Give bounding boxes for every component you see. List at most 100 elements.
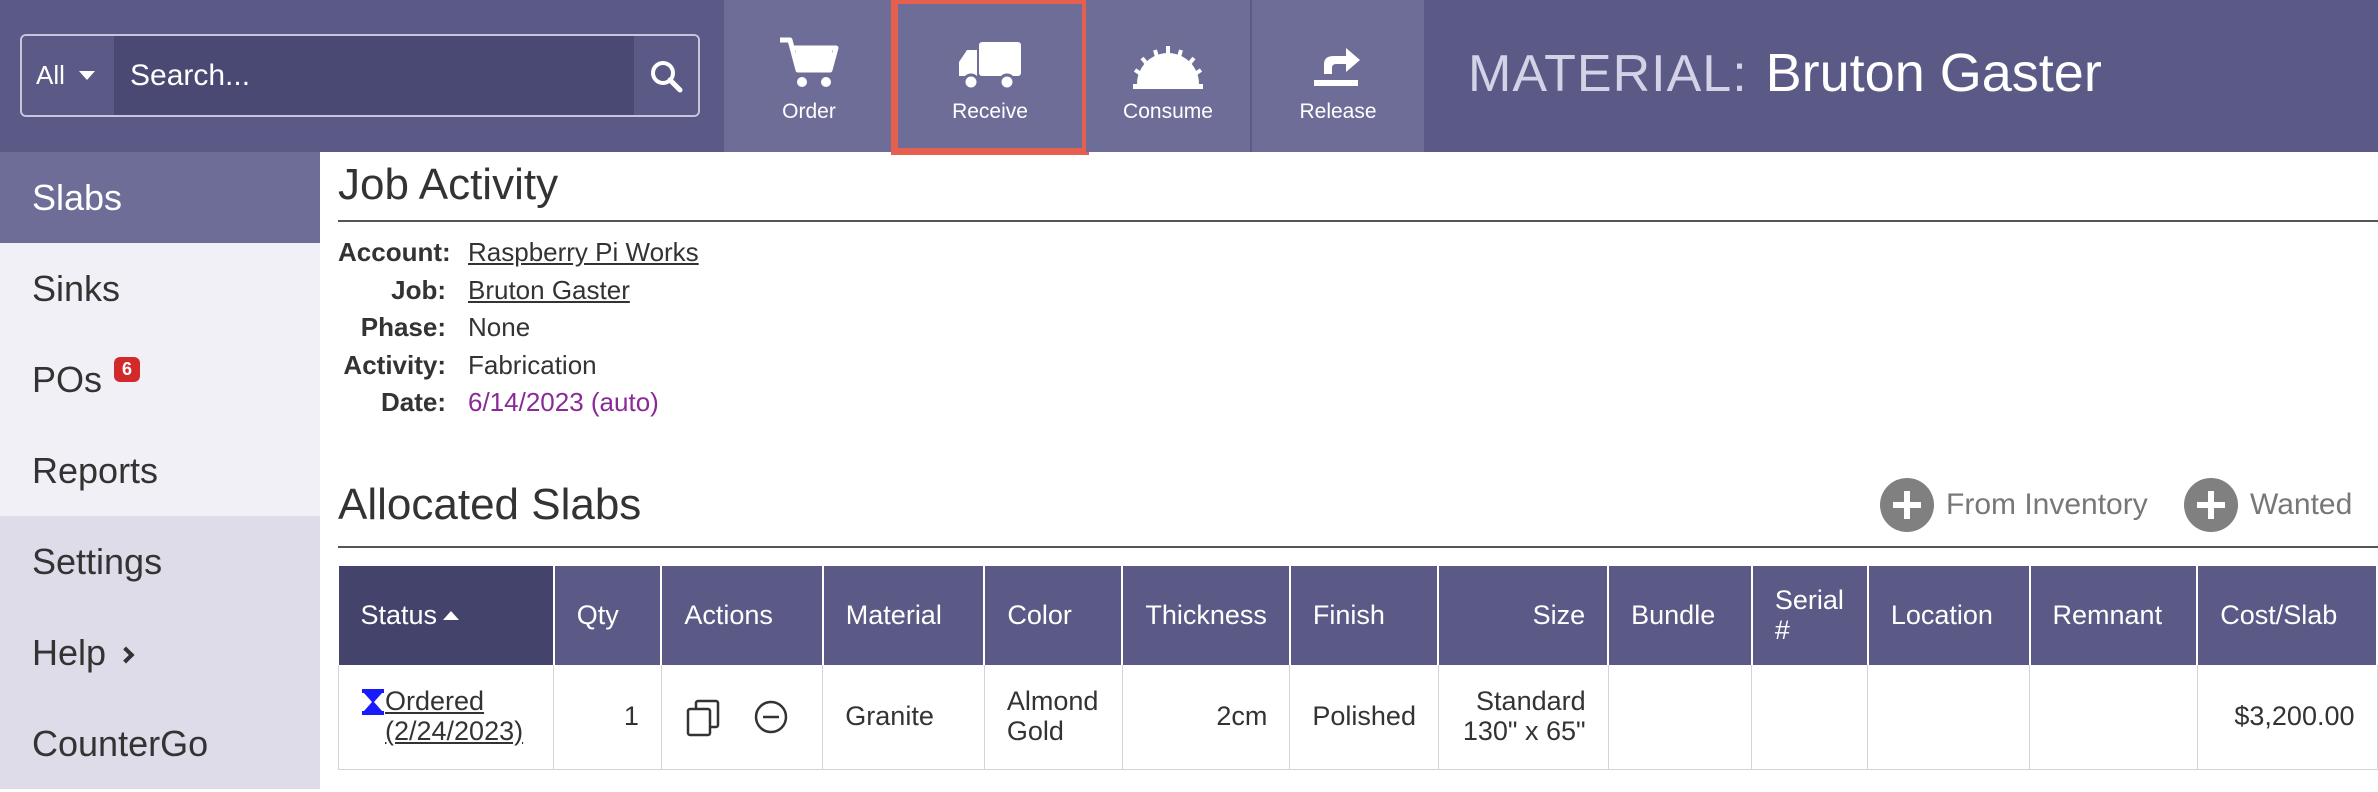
release-label: Release <box>1299 100 1377 123</box>
color-cell: Almond Gold <box>984 665 1123 770</box>
sidebar-item-help[interactable]: Help <box>0 607 320 698</box>
release-button[interactable]: Release <box>1252 0 1424 152</box>
consume-label: Consume <box>1123 100 1213 123</box>
date-value[interactable]: 6/14/2023 (auto) <box>468 387 659 418</box>
chevron-right-icon <box>117 646 135 663</box>
job-row: Job: Bruton Gaster <box>338 272 699 310</box>
caret-down-icon <box>78 71 95 80</box>
column-header-finish[interactable]: Finish <box>1289 566 1440 665</box>
sort-ascending-icon <box>443 610 460 620</box>
add-wanted-button[interactable]: Wanted <box>2184 478 2352 532</box>
status-date: (2/24/2023) <box>385 715 524 746</box>
search-button[interactable] <box>634 36 698 115</box>
column-header-serial[interactable]: Serial # <box>1751 566 1869 665</box>
remnant-cell <box>2029 665 2198 770</box>
column-header-bundle[interactable]: Bundle <box>1608 566 1753 665</box>
actions-cell <box>661 665 824 770</box>
size-cell: Standard 130" x 65" <box>1438 665 1609 770</box>
column-header-qty[interactable]: Qty <box>553 566 663 665</box>
truck-icon <box>959 42 1021 90</box>
copy-icon[interactable] <box>684 697 724 737</box>
column-header-size[interactable]: Size <box>1438 566 1610 665</box>
cart-icon <box>780 37 839 87</box>
sidebar-item-label: Slabs <box>32 176 123 218</box>
allocated-slabs-title: Allocated Slabs <box>338 480 642 529</box>
size-line: Standard <box>1476 686 1586 717</box>
column-header-thickness[interactable]: Thickness <box>1122 566 1291 665</box>
search-input[interactable] <box>114 36 654 115</box>
receive-button[interactable]: Receive <box>891 0 1089 155</box>
cost-cell: $3,200.00 <box>2197 665 2378 770</box>
remove-circle-icon[interactable] <box>753 699 789 735</box>
column-header-remnant[interactable]: Remnant <box>2029 566 2199 665</box>
column-header-location[interactable]: Location <box>1867 566 2031 665</box>
sidebar-item-slabs[interactable]: Slabs <box>0 152 320 243</box>
sidebar-item-pos[interactable]: POs 6 <box>0 334 320 425</box>
allocated-slabs-table: Status Qty Actions Material Color Thickn… <box>337 566 2378 770</box>
account-link[interactable]: Raspberry Pi Works <box>468 237 699 268</box>
sidebar-item-settings[interactable]: Settings <box>0 516 320 607</box>
column-label: Size <box>1532 599 1586 630</box>
color-line: Gold <box>1006 715 1064 746</box>
thickness-cell: 2cm <box>1122 665 1291 770</box>
column-label: Material <box>845 599 942 630</box>
sidebar-item-label: Reports <box>32 449 159 491</box>
plus-circle-icon <box>1880 478 1934 532</box>
column-header-material[interactable]: Material <box>822 566 986 665</box>
sidebar-item-reports[interactable]: Reports <box>0 425 320 516</box>
plus-circle-icon <box>2184 478 2238 532</box>
add-from-inventory-button[interactable]: From Inventory <box>1880 478 2148 532</box>
column-label: Finish <box>1312 599 1385 630</box>
phase-value: None <box>468 312 531 343</box>
sidebar-item-label: POs <box>32 358 103 400</box>
column-label: Qty <box>576 599 619 630</box>
sidebar-item-label: Sinks <box>32 267 121 309</box>
qty-cell: 1 <box>553 665 662 770</box>
search-scope-dropdown[interactable]: All <box>22 36 114 115</box>
status-cell: Ordered (2/24/2023) <box>337 665 555 770</box>
order-button[interactable]: Order <box>724 0 894 152</box>
column-header-color[interactable]: Color <box>984 566 1124 665</box>
size-line: 130" x 65" <box>1462 715 1586 746</box>
location-cell <box>1867 665 2031 770</box>
column-header-cost-slab[interactable]: Cost/Slab <box>2197 566 2378 665</box>
serial-cell <box>1751 665 1869 770</box>
activity-value: Fabrication <box>468 349 597 380</box>
sidebar: Slabs Sinks POs 6 Reports Settings Help … <box>0 152 320 792</box>
bundle-cell <box>1608 665 1753 770</box>
pos-count-badge: 6 <box>114 357 141 382</box>
search-scope-label: All <box>36 60 65 90</box>
column-label: Serial # <box>1774 584 1844 645</box>
account-row: Account: Raspberry Pi Works <box>338 234 699 272</box>
search-box: All <box>20 34 700 117</box>
activity-row: Activity: Fabrication <box>338 347 699 385</box>
share-arrow-icon <box>1314 48 1360 86</box>
column-label: Status <box>360 599 438 630</box>
status-link[interactable]: Ordered (2/24/2023) <box>385 686 524 746</box>
status-text: Ordered <box>385 686 485 717</box>
column-label: Actions <box>684 599 773 630</box>
account-label: Account: <box>338 237 451 268</box>
search-icon <box>651 60 683 92</box>
order-label: Order <box>782 100 836 123</box>
column-label: Bundle <box>1631 599 1716 630</box>
phase-label: Phase: <box>360 312 446 343</box>
column-header-status[interactable]: Status <box>338 566 555 665</box>
finish-cell: Polished <box>1289 665 1439 770</box>
sidebar-item-sinks[interactable]: Sinks <box>0 243 320 334</box>
phase-row: Phase: None <box>338 309 699 347</box>
top-bar: All Order Receive <box>0 0 2378 155</box>
column-header-actions: Actions <box>661 566 824 665</box>
material-name: Bruton Gaster <box>1765 43 2102 103</box>
table-row: Ordered (2/24/2023) 1 Granite Almond Gold … <box>337 665 2378 770</box>
saw-blade-icon <box>1133 46 1203 89</box>
material-label: MATERIAL: <box>1468 45 1748 103</box>
sidebar-item-countergo[interactable]: CounterGo <box>0 698 320 789</box>
activity-label: Activity: <box>343 349 446 380</box>
job-activity-details: Account: Raspberry Pi Works Job: Bruton … <box>338 234 699 422</box>
job-link[interactable]: Bruton Gaster <box>468 275 630 306</box>
sidebar-item-label: Settings <box>32 540 163 582</box>
sidebar-item-label: CounterGo <box>32 722 209 764</box>
consume-button[interactable]: Consume <box>1086 0 1250 152</box>
job-activity-title: Job Activity <box>338 160 559 209</box>
